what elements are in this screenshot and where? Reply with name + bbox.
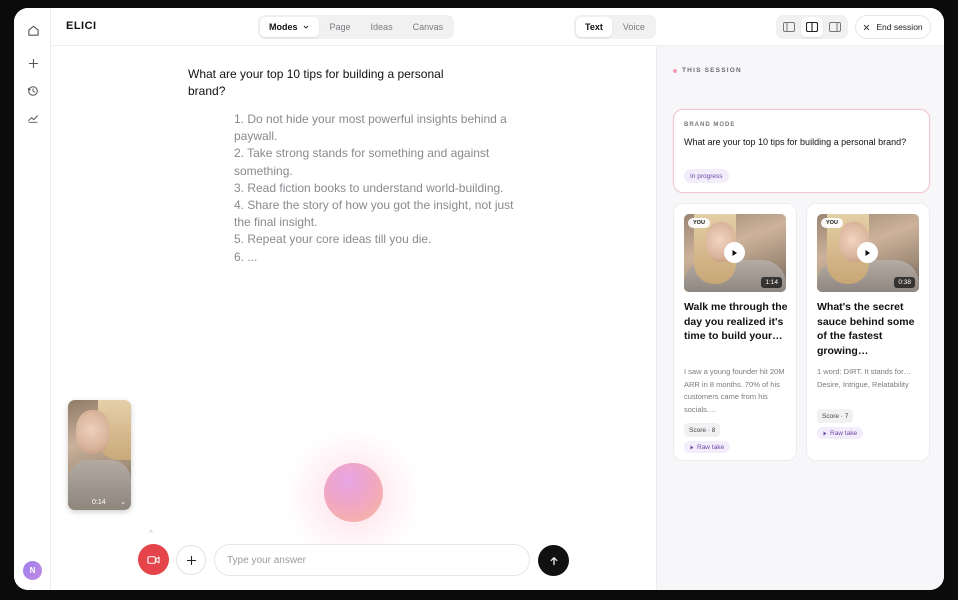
answer-line: 4. Share the story of how you got the in… (234, 198, 514, 230)
tab-page[interactable]: Page (321, 17, 360, 37)
session-panel: THIS SESSION BRAND MODE What are your to… (656, 46, 944, 590)
play-icon (732, 249, 737, 256)
play-button[interactable] (857, 242, 878, 263)
plus-icon (186, 555, 196, 565)
status-dot (673, 68, 677, 73)
layout-right-panel-icon[interactable] (824, 17, 846, 37)
duration-badge: 1:14 (761, 277, 782, 288)
plus-icon[interactable] (23, 53, 43, 73)
tab-label: Modes (269, 22, 298, 32)
app-window: N ELICI Modes Page Ideas Canvas Text Voi… (14, 8, 944, 590)
raw-take-label: Raw take (697, 443, 725, 451)
app-logo: ELICI (66, 20, 97, 32)
modes-tab-group: Modes Page Ideas Canvas (258, 15, 455, 39)
take-title: What's the secret sauce behind some of t… (817, 301, 915, 357)
layout-left-panel-icon[interactable] (778, 17, 800, 37)
video-camera-icon (147, 555, 160, 564)
answer-line: 3. Read fiction books to understand worl… (234, 180, 504, 195)
tab-voice[interactable]: Voice (614, 17, 654, 37)
take-thumbnail[interactable]: YOU 0:38 (817, 214, 919, 292)
session-label: THIS SESSION (673, 67, 742, 74)
tab-canvas[interactable]: Canvas (404, 17, 453, 37)
score-badge: Score · 8 (684, 423, 721, 437)
take-snippet: I saw a young founder hit 20M ARR in 8 m… (684, 367, 785, 414)
top-bar: ELICI Modes Page Ideas Canvas Text Voice (51, 8, 944, 46)
take-card[interactable]: YOU 1:14 Walk me through the day you rea… (673, 203, 797, 461)
raw-take-button[interactable]: Raw take (817, 427, 864, 439)
you-badge: YOU (821, 218, 843, 228)
play-button[interactable] (724, 242, 745, 263)
tab-text[interactable]: Text (576, 17, 612, 37)
take-title: Walk me through the day you realized it'… (684, 301, 788, 342)
avatar[interactable]: N (23, 561, 42, 580)
take-thumbnail[interactable]: YOU 1:14 (684, 214, 786, 292)
answer-line: 6. ... (234, 249, 258, 264)
take-card[interactable]: YOU 0:38 What's the secret sauce behind … (806, 203, 930, 461)
score-badge: Score · 7 (817, 409, 854, 423)
add-attachment-button[interactable] (176, 545, 206, 575)
end-session-button[interactable]: End session (855, 15, 931, 39)
self-video-time: 0:14 (92, 499, 106, 506)
answer-line: 2. Take strong stands for something and … (234, 146, 490, 178)
tab-ideas[interactable]: Ideas (362, 17, 402, 37)
play-icon (865, 249, 870, 256)
avatar-initial: N (29, 566, 36, 575)
question-text: What are your top 10 tips for building a… (188, 67, 444, 98)
end-session-label: End session (876, 22, 923, 32)
raw-take-label: Raw take (830, 429, 858, 437)
chevron-down-icon (303, 25, 308, 29)
arrow-up-icon (550, 556, 557, 565)
answer-line: 5. Repeat your core ideas till you die. (234, 232, 432, 247)
status-badge: In progress (684, 169, 729, 183)
session-label-text: THIS SESSION (682, 67, 742, 74)
current-question-card[interactable]: BRAND MODE What are your top 10 tips for… (673, 109, 930, 193)
raw-take-button[interactable]: Raw take (684, 441, 731, 453)
answer-line: 1. Do not hide your most powerful insigh… (234, 112, 507, 144)
chevron-up-icon[interactable]: ^ (149, 529, 153, 538)
send-button[interactable] (538, 545, 569, 576)
left-rail: N (14, 8, 51, 590)
answer-text: 1. Do not hide your most powerful insigh… (234, 111, 519, 266)
voice-orb[interactable] (324, 463, 383, 522)
take-snippet: 1 word: DIRT. It stands for… Desire, Int… (817, 367, 912, 389)
trend-icon[interactable] (23, 108, 43, 128)
you-badge: YOU (688, 218, 710, 228)
answer-input[interactable] (214, 544, 530, 576)
play-icon (690, 445, 694, 449)
close-icon (864, 24, 870, 30)
layout-split-icon[interactable] (801, 17, 823, 37)
history-icon[interactable] (23, 81, 43, 101)
duration-badge: 0:38 (894, 277, 915, 288)
input-mode-tab-group: Text Voice (574, 15, 656, 39)
card-question: What are your top 10 tips for building a… (684, 137, 907, 147)
record-video-button[interactable] (138, 544, 169, 575)
layout-toggle-group (776, 15, 848, 39)
tab-modes[interactable]: Modes (260, 17, 319, 37)
self-video-preview[interactable]: 0:14 ⌄ (68, 400, 131, 510)
home-icon[interactable] (23, 20, 43, 40)
card-mode-label: BRAND MODE (684, 122, 736, 128)
chevron-down-icon[interactable]: ⌄ (120, 498, 126, 506)
main-canvas: What are your top 10 tips for building a… (51, 46, 656, 590)
play-icon (823, 431, 827, 435)
